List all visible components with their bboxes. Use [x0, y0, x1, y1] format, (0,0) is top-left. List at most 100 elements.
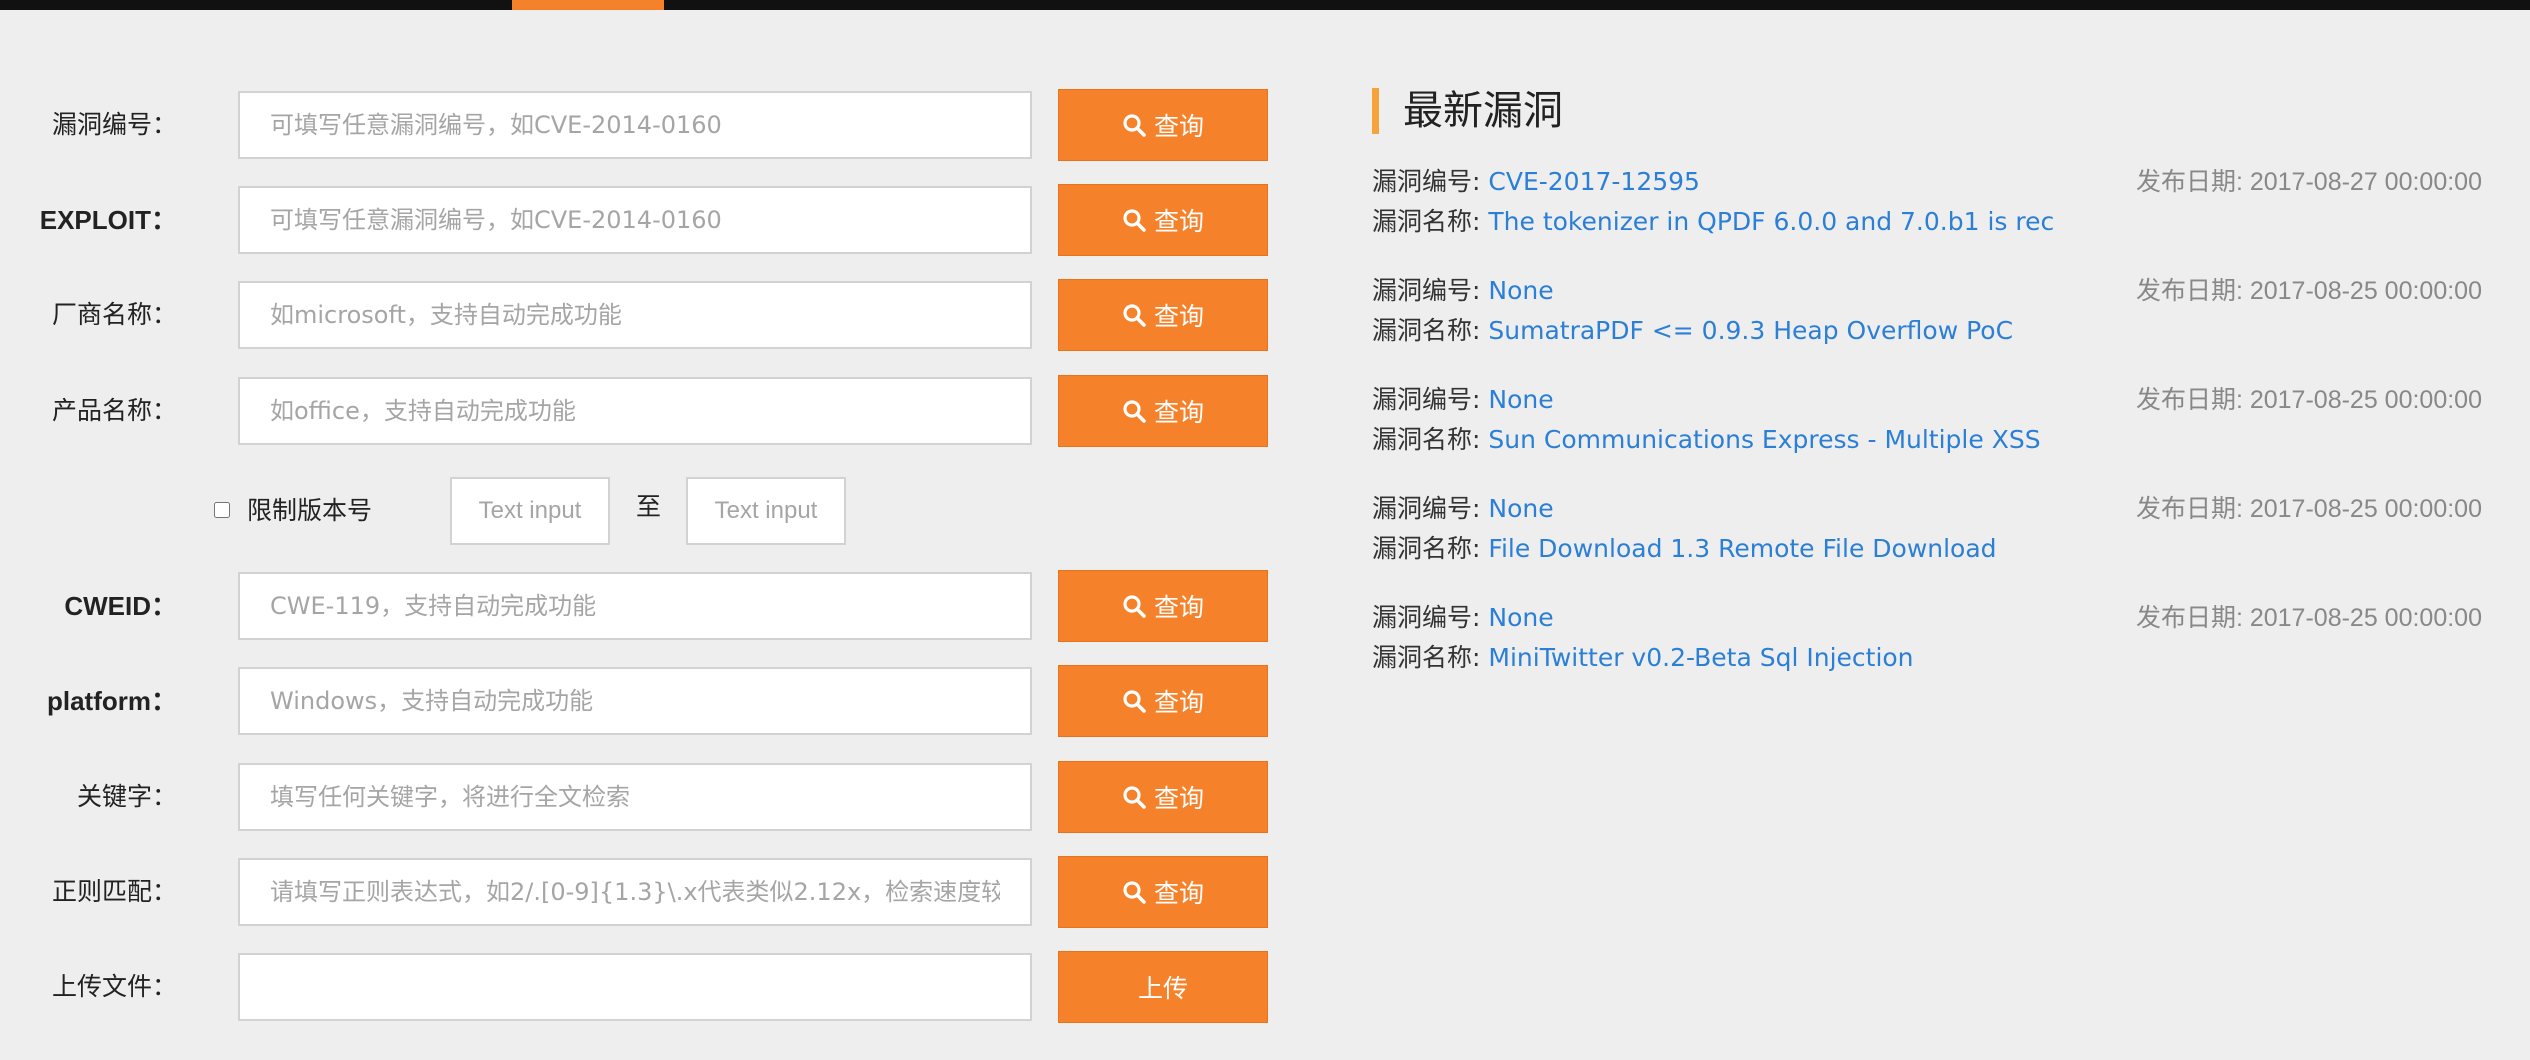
- cweid-label: CWEID：: [64, 591, 177, 621]
- row-exploit: EXPLOIT： 查询: [0, 184, 1300, 256]
- version-to-input[interactable]: [686, 477, 846, 545]
- search-icon: [1122, 880, 1146, 904]
- product-label: 产品名称：: [51, 396, 177, 425]
- vendor-search-button[interactable]: 查询: [1058, 279, 1268, 351]
- regex-label: 正则匹配：: [51, 877, 177, 906]
- search-icon: [1122, 594, 1146, 618]
- keyword-input[interactable]: [238, 763, 1032, 831]
- vuln-id-link[interactable]: None: [1488, 603, 1553, 632]
- vuln-list-item: 漏洞编号: CVE-2017-12595 发布日期: 2017-08-27 00…: [1372, 162, 2482, 242]
- vuln-name-line: 漏洞名称: File Download 1.3 Remote File Down…: [1372, 529, 1997, 569]
- version-limit-row: 限制版本号 至: [0, 475, 1300, 547]
- vuln-name-line: 漏洞名称: SumatraPDF <= 0.9.3 Heap Overflow …: [1372, 311, 2013, 351]
- row-vendor: 厂商名称： 查询: [0, 279, 1300, 351]
- search-form: 漏洞编号： 查询 EXPLOIT： 查询 厂商名称： 查询 产品名称： 查询: [0, 0, 1300, 1060]
- version-from-input[interactable]: [450, 477, 610, 545]
- cweid-search-button[interactable]: 查询: [1058, 570, 1268, 642]
- vuln-id-label: 漏洞编号：: [51, 110, 177, 139]
- platform-input[interactable]: [238, 667, 1032, 735]
- search-button-label: 查询: [1153, 112, 1204, 141]
- exploit-search-button[interactable]: 查询: [1058, 184, 1268, 256]
- vuln-name-link[interactable]: Sun Communications Express - Multiple XS…: [1488, 425, 2040, 454]
- product-input[interactable]: [238, 377, 1032, 445]
- vuln-name-line: 漏洞名称: Sun Communications Express - Multi…: [1372, 420, 2041, 460]
- vuln-name-key: 漏洞名称:: [1372, 207, 1481, 236]
- search-button-label: 查询: [1153, 207, 1204, 236]
- exploit-label: EXPLOIT：: [39, 205, 177, 235]
- vuln-id-line: 漏洞编号: None: [1372, 380, 1554, 420]
- vuln-id-link[interactable]: CVE-2017-12595: [1488, 167, 1700, 196]
- vuln-id-line: 漏洞编号: None: [1372, 271, 1554, 311]
- vuln-list-item: 漏洞编号: None 发布日期: 2017-08-25 00:00:00 漏洞名…: [1372, 380, 2482, 460]
- search-icon: [1122, 689, 1146, 713]
- vuln-list-item: 漏洞编号: None 发布日期: 2017-08-25 00:00:00 漏洞名…: [1372, 271, 2482, 351]
- publish-date: 发布日期: 2017-08-25 00:00:00: [2135, 277, 2482, 305]
- search-icon: [1122, 113, 1146, 137]
- search-icon: [1122, 785, 1146, 809]
- search-icon: [1122, 399, 1146, 423]
- latest-vulns-title: 最新漏洞: [1372, 88, 1563, 134]
- row-keyword: 关键字： 查询: [0, 761, 1300, 833]
- vuln-id-line: 漏洞编号: CVE-2017-12595: [1372, 162, 1700, 202]
- vuln-id-link[interactable]: None: [1488, 385, 1553, 414]
- upload-label: 上传文件：: [51, 972, 177, 1001]
- upload-file-field[interactable]: [238, 953, 1032, 1021]
- vendor-label: 厂商名称：: [51, 300, 177, 329]
- version-range-separator: 至: [636, 492, 662, 521]
- vuln-name-key: 漏洞名称:: [1372, 534, 1481, 563]
- vuln-name-link[interactable]: MiniTwitter v0.2-Beta Sql Injection: [1488, 643, 1913, 672]
- vuln-id-key: 漏洞编号:: [1372, 276, 1481, 305]
- keyword-label: 关键字：: [76, 782, 177, 811]
- row-platform: platform： 查询: [0, 665, 1300, 737]
- platform-search-button[interactable]: 查询: [1058, 665, 1268, 737]
- vuln-id-link[interactable]: None: [1488, 494, 1553, 523]
- cweid-input[interactable]: [238, 572, 1032, 640]
- search-button-label: 查询: [1153, 688, 1204, 717]
- search-icon: [1122, 303, 1146, 327]
- exploit-input[interactable]: [238, 186, 1032, 254]
- vuln-id-input[interactable]: [238, 91, 1032, 159]
- vuln-id-key: 漏洞编号:: [1372, 494, 1481, 523]
- publish-date: 发布日期: 2017-08-25 00:00:00: [2135, 495, 2482, 523]
- publish-date: 发布日期: 2017-08-25 00:00:00: [2135, 386, 2482, 414]
- vuln-name-line: 漏洞名称: The tokenizer in QPDF 6.0.0 and 7.…: [1372, 202, 2054, 242]
- vuln-id-key: 漏洞编号:: [1372, 603, 1481, 632]
- vuln-name-link[interactable]: File Download 1.3 Remote File Download: [1488, 534, 1996, 563]
- product-search-button[interactable]: 查询: [1058, 375, 1268, 447]
- vuln-list-item: 漏洞编号: None 发布日期: 2017-08-25 00:00:00 漏洞名…: [1372, 598, 2482, 678]
- keyword-search-button[interactable]: 查询: [1058, 761, 1268, 833]
- row-vuln-id: 漏洞编号： 查询: [0, 89, 1300, 161]
- vuln-name-key: 漏洞名称:: [1372, 425, 1481, 454]
- vuln-id-key: 漏洞编号:: [1372, 167, 1481, 196]
- version-limit-label: 限制版本号: [247, 496, 373, 525]
- search-button-label: 查询: [1153, 879, 1204, 908]
- vuln-name-key: 漏洞名称:: [1372, 316, 1481, 345]
- vuln-id-line: 漏洞编号: None: [1372, 598, 1554, 638]
- regex-search-button[interactable]: 查询: [1058, 856, 1268, 928]
- regex-input[interactable]: [238, 858, 1032, 926]
- search-icon: [1122, 208, 1146, 232]
- search-button-label: 查询: [1153, 302, 1204, 331]
- row-regex: 正则匹配： 查询: [0, 856, 1300, 928]
- vuln-id-line: 漏洞编号: None: [1372, 489, 1554, 529]
- vuln-name-line: 漏洞名称: MiniTwitter v0.2-Beta Sql Injectio…: [1372, 638, 1914, 678]
- row-cweid: CWEID： 查询: [0, 570, 1300, 642]
- row-product: 产品名称： 查询: [0, 375, 1300, 447]
- vuln-name-link[interactable]: SumatraPDF <= 0.9.3 Heap Overflow PoC: [1488, 316, 2013, 345]
- upload-button[interactable]: 上传: [1058, 951, 1268, 1023]
- platform-label: platform：: [46, 686, 177, 716]
- row-upload: 上传文件： 上传: [0, 951, 1300, 1023]
- vuln-name-link[interactable]: The tokenizer in QPDF 6.0.0 and 7.0.b1 i…: [1488, 207, 2054, 236]
- publish-date: 发布日期: 2017-08-25 00:00:00: [2135, 604, 2482, 632]
- vuln-id-search-button[interactable]: 查询: [1058, 89, 1268, 161]
- search-button-label: 查询: [1153, 593, 1204, 622]
- vuln-name-key: 漏洞名称:: [1372, 643, 1481, 672]
- vuln-list-item: 漏洞编号: None 发布日期: 2017-08-25 00:00:00 漏洞名…: [1372, 489, 2482, 569]
- search-button-label: 查询: [1153, 784, 1204, 813]
- search-button-label: 查询: [1153, 398, 1204, 427]
- vuln-id-link[interactable]: None: [1488, 276, 1553, 305]
- version-limit-checkbox[interactable]: [214, 502, 230, 518]
- publish-date: 发布日期: 2017-08-27 00:00:00: [2135, 168, 2482, 196]
- vendor-input[interactable]: [238, 281, 1032, 349]
- vuln-id-key: 漏洞编号:: [1372, 385, 1481, 414]
